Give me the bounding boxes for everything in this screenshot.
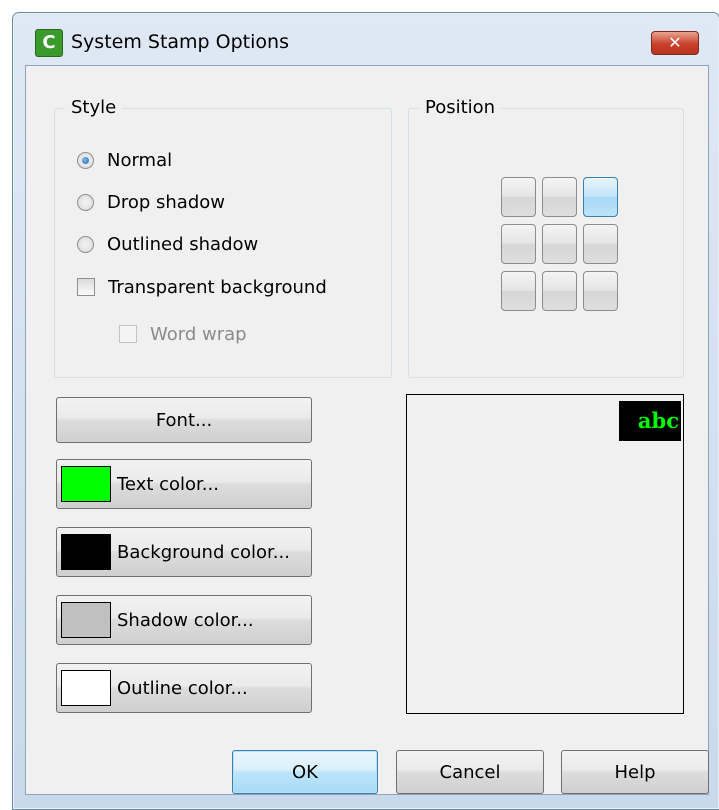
shadow-color-swatch: [61, 602, 111, 638]
background-color-swatch: [61, 534, 111, 570]
dialog-body: Style Normal Drop shadow Outlined shadow…: [25, 65, 709, 795]
radio-outlined-shadow-label: Outlined shadow: [107, 233, 259, 255]
font-button-label: Font...: [155, 409, 213, 431]
style-group-label: Style: [65, 97, 123, 119]
text-color-button[interactable]: Text color...: [56, 459, 312, 509]
transparent-background-box[interactable]: [77, 278, 95, 296]
position-middle-left[interactable]: [501, 224, 536, 264]
position-top-center[interactable]: [542, 177, 577, 217]
transparent-background-label: Transparent background: [108, 276, 327, 298]
text-color-button-label: Text color...: [117, 473, 219, 495]
radio-normal-label: Normal: [107, 149, 173, 171]
position-grid: [501, 177, 618, 311]
radio-drop-shadow-indicator[interactable]: [77, 193, 94, 211]
cancel-button-label: Cancel: [439, 761, 501, 783]
dialog-window: C System Stamp Options ✕ Style Normal Dr…: [12, 12, 719, 810]
position-bottom-right[interactable]: [583, 271, 618, 311]
ok-button-label: OK: [292, 761, 318, 783]
stamp-sample: abc: [619, 401, 681, 441]
cancel-button[interactable]: Cancel: [396, 750, 544, 794]
outline-color-button-label: Outline color...: [117, 677, 248, 699]
position-group-label: Position: [419, 97, 502, 119]
shadow-color-button[interactable]: Shadow color...: [56, 595, 312, 645]
radio-outlined-shadow[interactable]: Outlined shadow: [77, 231, 258, 257]
radio-drop-shadow[interactable]: Drop shadow: [77, 189, 225, 215]
help-button[interactable]: Help: [561, 750, 709, 794]
word-wrap-checkbox: Word wrap: [119, 321, 247, 347]
background-color-button[interactable]: Background color...: [56, 527, 312, 577]
radio-normal-indicator[interactable]: [77, 151, 94, 169]
word-wrap-box: [119, 325, 137, 343]
position-top-left[interactable]: [501, 177, 536, 217]
font-button[interactable]: Font...: [56, 397, 312, 443]
shadow-color-button-label: Shadow color...: [117, 609, 254, 631]
outline-color-swatch: [61, 670, 111, 706]
position-bottom-center[interactable]: [542, 271, 577, 311]
position-group: Position: [408, 97, 684, 378]
outline-color-button[interactable]: Outline color...: [56, 663, 312, 713]
close-button[interactable]: ✕: [651, 31, 699, 55]
app-icon: C: [35, 29, 63, 57]
ok-button[interactable]: OK: [232, 750, 378, 794]
radio-normal[interactable]: Normal: [77, 147, 172, 173]
text-color-swatch: [61, 466, 111, 502]
background-color-button-label: Background color...: [117, 541, 290, 563]
position-top-right[interactable]: [583, 177, 618, 217]
position-center[interactable]: [542, 224, 577, 264]
window-title: System Stamp Options: [71, 31, 289, 53]
radio-outlined-shadow-indicator[interactable]: [77, 235, 94, 253]
transparent-background-checkbox[interactable]: Transparent background: [77, 274, 327, 300]
stamp-preview: abc: [406, 394, 684, 714]
radio-drop-shadow-label: Drop shadow: [107, 191, 226, 213]
position-bottom-left[interactable]: [501, 271, 536, 311]
help-button-label: Help: [614, 761, 656, 783]
title-bar[interactable]: C System Stamp Options ✕: [13, 13, 719, 65]
word-wrap-label: Word wrap: [150, 323, 247, 345]
style-group: Style Normal Drop shadow Outlined shadow…: [54, 97, 392, 378]
position-middle-right[interactable]: [583, 224, 618, 264]
